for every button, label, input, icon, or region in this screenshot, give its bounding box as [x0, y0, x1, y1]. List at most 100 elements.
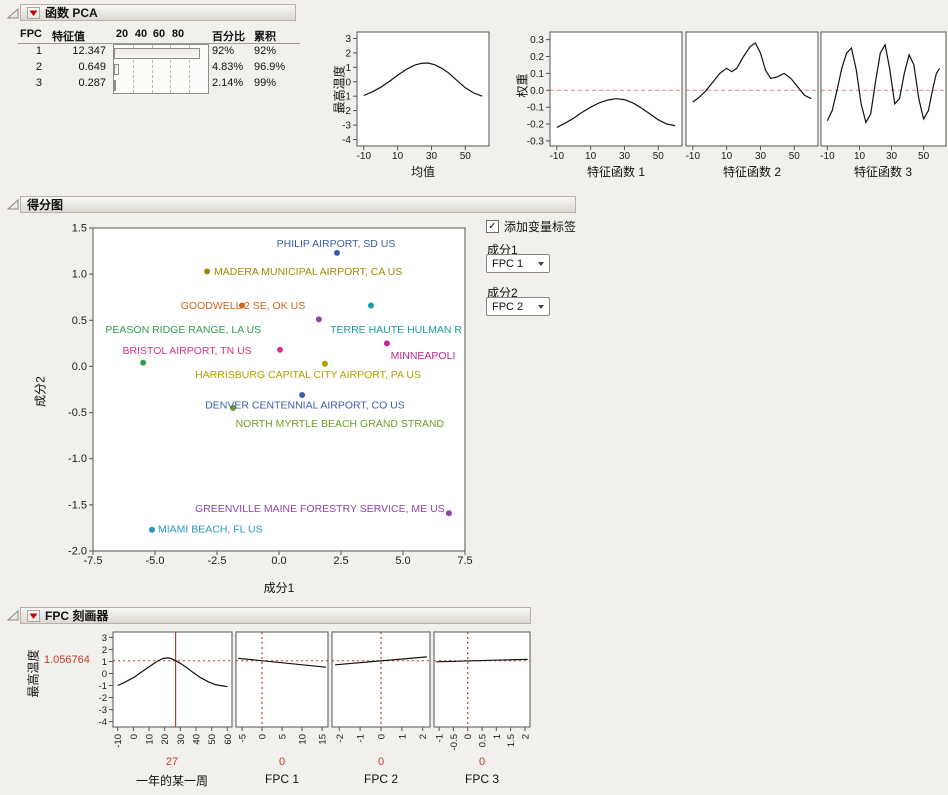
svg-text:MIAMI BEACH, FL US: MIAMI BEACH, FL US	[158, 523, 263, 535]
profiler-section-title: FPC 刻画器	[45, 607, 108, 624]
profiler-cell-fpc1[interactable]: -5051015	[234, 628, 330, 764]
svg-text:MINNEAPOLI: MINNEAPOLI	[391, 350, 456, 362]
eigenfunction-1-xlabel: 特征函数 1	[556, 163, 676, 180]
svg-text:0.3: 0.3	[530, 35, 544, 46]
red-triangle-menu-icon[interactable]	[27, 610, 40, 622]
score-section-title: 得分图	[27, 196, 63, 213]
profiler-cell-fpc3[interactable]: -1-0.500.511.52	[432, 628, 532, 764]
disclosure-icon-profiler[interactable]	[6, 609, 20, 623]
svg-text:-0.5: -0.5	[68, 407, 87, 419]
table-cell-percent: 92%	[212, 45, 234, 57]
svg-text:5: 5	[278, 734, 289, 739]
profiler-section-header[interactable]: FPC 刻画器	[20, 607, 531, 624]
svg-text:-2: -2	[99, 693, 107, 704]
svg-text:-0.5: -0.5	[449, 734, 460, 750]
svg-text:0.1: 0.1	[530, 69, 544, 80]
profiler-cell-fpc2[interactable]: -2-1012	[330, 628, 432, 764]
score-section-header[interactable]: 得分图	[20, 196, 576, 213]
svg-text:0: 0	[345, 77, 351, 88]
svg-text:NORTH MYRTLE BEACH GRAND STRAN: NORTH MYRTLE BEACH GRAND STRAND	[236, 418, 445, 430]
svg-text:-3: -3	[342, 121, 351, 132]
svg-text:50: 50	[460, 151, 472, 162]
profiler-factor-label: FPC 3	[422, 772, 542, 786]
svg-text:-2.5: -2.5	[208, 555, 227, 567]
svg-text:GREENVILLE MAINE FORESTRY SERV: GREENVILLE MAINE FORESTRY SERVICE, ME US	[195, 503, 445, 515]
svg-text:30: 30	[176, 734, 187, 745]
eigenfunction-1-plot: 0.30.20.10.0-0.1-0.2-0.3-10103050	[516, 26, 684, 176]
svg-text:1: 1	[102, 657, 107, 668]
svg-text:-0.3: -0.3	[527, 136, 545, 147]
chevron-down-icon	[538, 305, 544, 309]
svg-text:TERRE HAUTE HULMAN R: TERRE HAUTE HULMAN R	[330, 324, 462, 336]
svg-text:2.5: 2.5	[333, 555, 348, 567]
svg-text:2: 2	[345, 48, 351, 59]
bar-scale-80: 80	[168, 28, 188, 40]
svg-text:0.0: 0.0	[271, 555, 286, 567]
disclosure-icon-pca[interactable]	[6, 7, 20, 21]
svg-text:0: 0	[463, 734, 474, 739]
table-cell-cumulative: 92%	[254, 45, 276, 57]
svg-text:2: 2	[102, 645, 107, 656]
profiler-cell-week[interactable]: 3210-1-2-3-4-100102030405060	[93, 628, 234, 764]
red-triangle-menu-icon[interactable]	[27, 7, 40, 19]
eigenfunction-2-xlabel: 特征函数 2	[692, 163, 812, 180]
svg-text:0.5: 0.5	[478, 734, 489, 747]
svg-text:-5.0: -5.0	[146, 555, 165, 567]
mean-plot-xlabel: 均值	[357, 163, 489, 180]
eigen-bar-3	[114, 80, 116, 91]
svg-text:-5: -5	[238, 734, 249, 742]
svg-text:50: 50	[789, 151, 801, 162]
profiler-current-value: 1.056764	[44, 654, 100, 666]
bar-scale-20: 20	[112, 28, 132, 40]
svg-text:1: 1	[492, 734, 503, 739]
table-cell-eigenvalue: 0.649	[48, 61, 106, 73]
svg-text:BRISTOL AIRPORT, TN US: BRISTOL AIRPORT, TN US	[123, 345, 252, 357]
disclosure-icon-score[interactable]	[6, 198, 20, 212]
checkbox-checked-icon[interactable]: ✓	[486, 220, 499, 233]
profiler-factor-value[interactable]: 27	[112, 756, 232, 768]
eigenvalue-table: FPC 特征值 20 40 60 80 百分比 累积 1 12.347 92% …	[18, 28, 308, 98]
score-plot[interactable]: PHILIP AIRPORT, SD US MADERA MUNICIPAL AI…	[28, 216, 478, 588]
eigenvalue-bar-chart	[113, 44, 209, 94]
add-variable-labels-checkbox[interactable]: ✓ 添加变量标签	[486, 218, 576, 235]
col-header-fpc: FPC	[20, 28, 42, 40]
svg-text:10: 10	[392, 151, 404, 162]
svg-text:-10: -10	[820, 151, 835, 162]
component2-select[interactable]: FPC 2	[486, 297, 550, 316]
svg-text:30: 30	[886, 151, 898, 162]
svg-text:0.0: 0.0	[530, 86, 544, 97]
eigenfunction-2-plot: -10103050	[684, 26, 820, 176]
svg-text:PHILIP AIRPORT, SD US: PHILIP AIRPORT, SD US	[277, 238, 396, 250]
svg-text:50: 50	[207, 734, 218, 745]
svg-text:15: 15	[318, 734, 329, 745]
svg-text:GOODWELL 2 SE, OK US: GOODWELL 2 SE, OK US	[181, 300, 305, 312]
svg-text:-4: -4	[99, 717, 107, 728]
svg-text:DENVER CENTENNIAL AIRPORT, CO: DENVER CENTENNIAL AIRPORT, CO US	[205, 400, 405, 412]
profiler-factor-value[interactable]: 0	[422, 756, 542, 768]
svg-text:MADERA MUNICIPAL AIRPORT, CA U: MADERA MUNICIPAL AIRPORT, CA US	[214, 266, 402, 278]
svg-text:-4: -4	[342, 135, 351, 146]
table-cell-cumulative: 99%	[254, 77, 276, 89]
component1-select[interactable]: FPC 1	[486, 254, 550, 273]
table-cell-percent: 4.83%	[212, 61, 243, 73]
svg-text:-10: -10	[113, 734, 124, 748]
svg-text:5.0: 5.0	[395, 555, 410, 567]
table-cell-eigenvalue: 0.287	[48, 77, 106, 89]
eigenfunction-3-xlabel: 特征函数 3	[823, 163, 943, 180]
table-cell-cumulative: 96.9%	[254, 61, 285, 73]
svg-text:HARRISBURG CAPITAL CITY AIRPOR: HARRISBURG CAPITAL CITY AIRPORT, PA US	[195, 369, 421, 381]
svg-text:-10: -10	[550, 151, 565, 162]
add-variable-labels-label: 添加变量标签	[504, 218, 576, 235]
pca-section-header[interactable]: 函数 PCA	[20, 4, 296, 21]
svg-text:1: 1	[397, 734, 408, 739]
profiler-ylabel: 最高温度	[25, 633, 42, 715]
svg-text:0: 0	[102, 669, 107, 680]
svg-text:50: 50	[653, 151, 665, 162]
svg-text:-1: -1	[435, 734, 446, 742]
eigen-bar-2	[114, 64, 119, 75]
svg-text:10: 10	[298, 734, 309, 745]
svg-text:10: 10	[721, 151, 733, 162]
mean-function-plot: 3210-1-2-3-4-10103050	[327, 26, 495, 176]
svg-text:-1: -1	[356, 734, 367, 742]
svg-text:-2: -2	[335, 734, 346, 742]
